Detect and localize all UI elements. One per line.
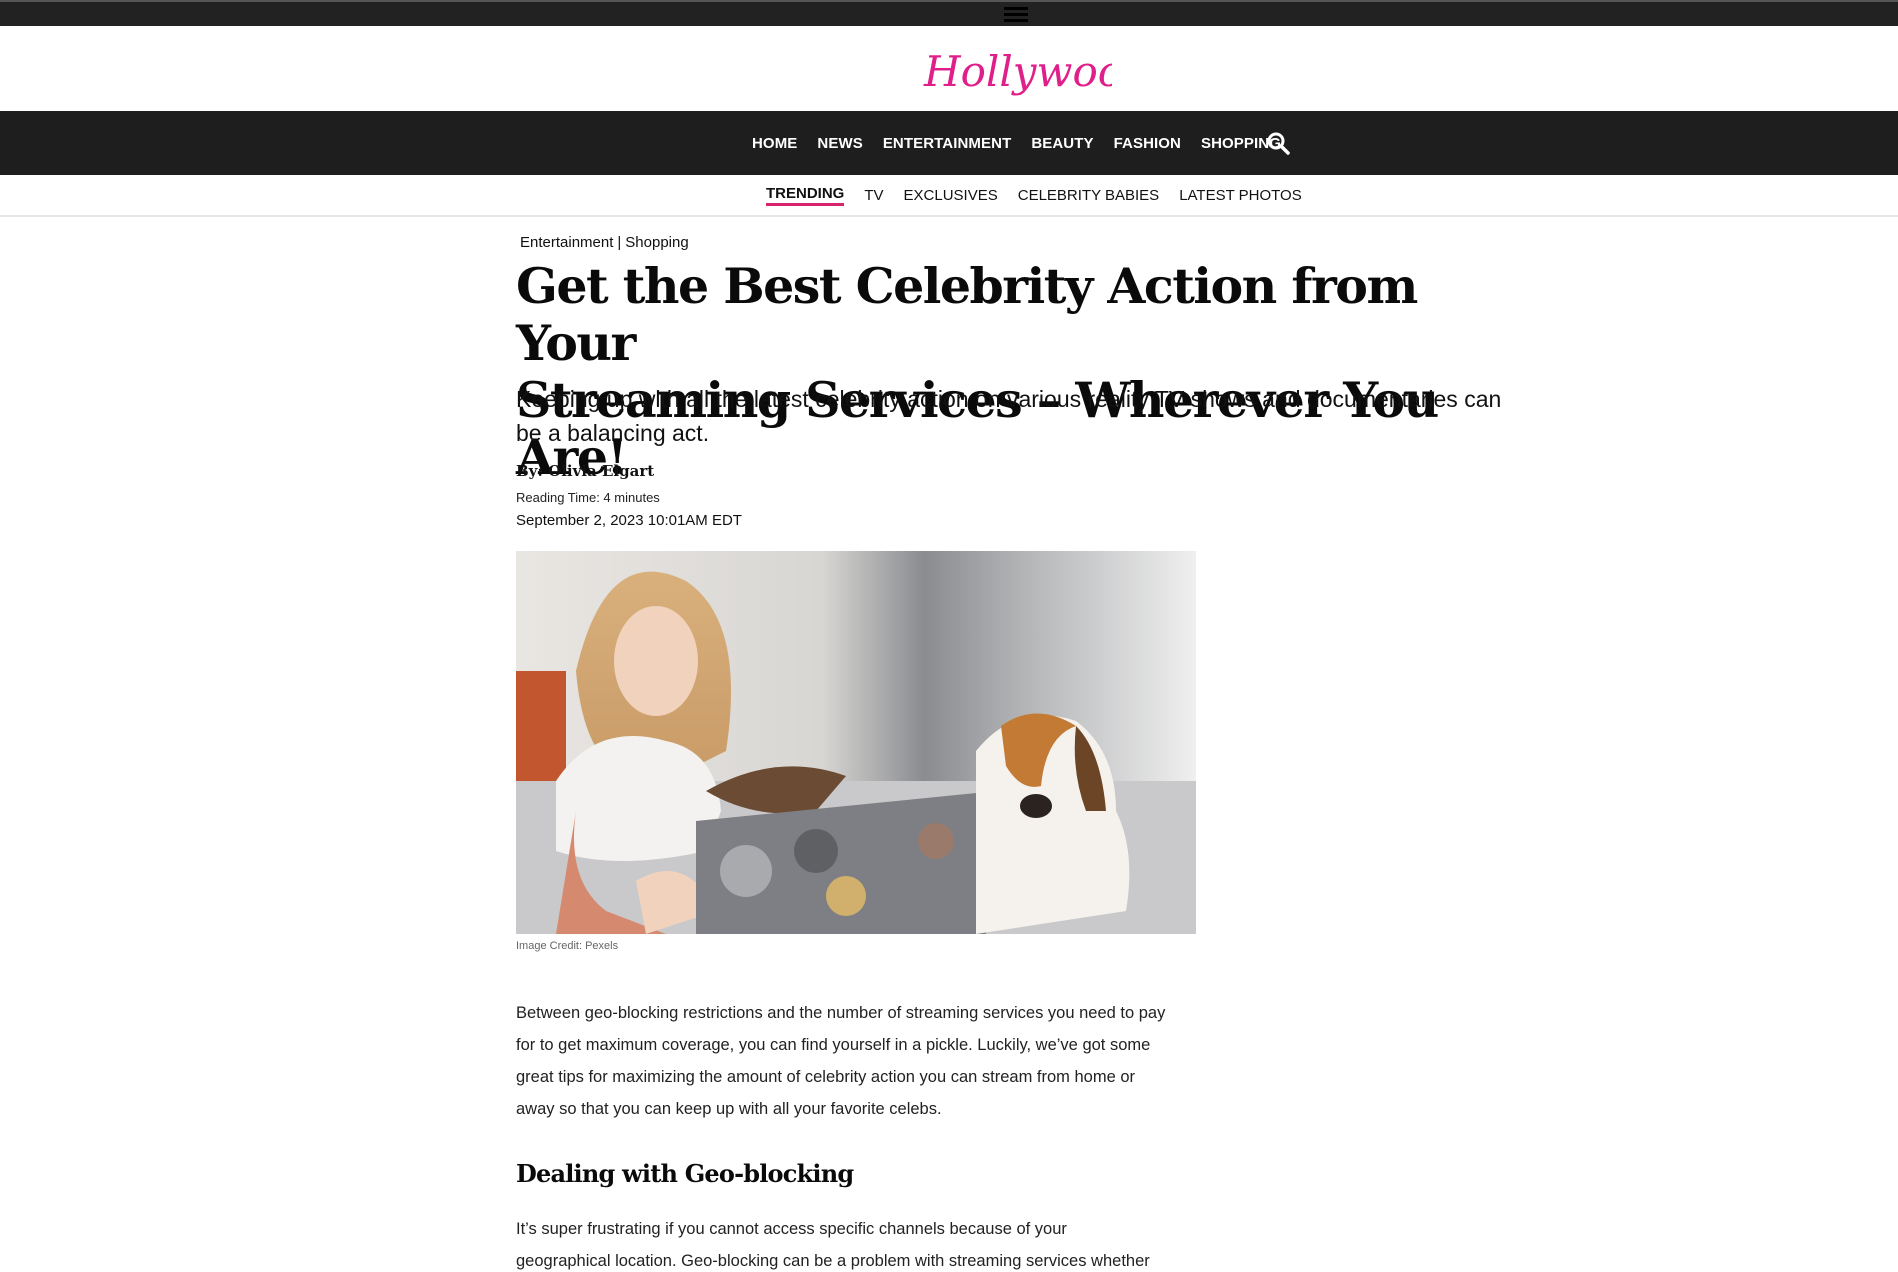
article-byline: By: Olivia Elgart [516,462,654,480]
search-icon[interactable] [1266,131,1290,155]
article-categories: Entertainment | Shopping [520,234,689,251]
hero-image [516,551,1196,934]
category-link-entertainment[interactable]: Entertainment [520,234,613,251]
logo-text: Hollywood Life [923,47,1112,96]
nav-item-entertainment[interactable]: ENTERTAINMENT [883,135,1012,152]
paragraph-2-line-2: geographical location. Geo-blocking can … [516,1252,1150,1270]
nav-item-fashion[interactable]: FASHION [1114,135,1181,152]
hamburger-menu-icon[interactable] [1004,7,1028,23]
subnav-item-celebrity-babies[interactable]: CELEBRITY BABIES [1018,187,1159,204]
logo-bar: Hollywood Life [0,26,1898,111]
top-utility-bar [0,0,1898,26]
image-credit: Image Credit: Pexels [516,940,619,952]
paragraph-1-line-1: Between geo-blocking restrictions and th… [516,1004,1166,1022]
headline-line-1: Get the Best Celebrity Action from Your [516,257,1418,372]
paragraph-1-line-2: for to get maximum coverage, you can fin… [516,1036,1151,1054]
article-dek: Keeping up with all the latest celebrity… [516,386,1502,446]
main-navigation: HOME NEWS ENTERTAINMENT BEAUTY FASHION S… [0,111,1898,175]
subnav-item-exclusives[interactable]: EXCLUSIVES [904,187,998,204]
article-headline: Get the Best Celebrity Action from Your … [516,258,1496,486]
paragraph-2-line-1: It’s super frustrating if you cannot acc… [516,1220,1067,1238]
site-logo[interactable]: Hollywood Life [920,30,1112,110]
category-separator: | [617,234,622,251]
paragraph-1-line-3: great tips for maximizing the amount of … [516,1068,1136,1086]
section-heading-geo-blocking: Dealing with Geo-blocking [516,1159,854,1188]
article-paragraph-1: Between geo-blocking restrictions and th… [516,997,1216,1125]
subnav-item-latest-photos[interactable]: LATEST PHOTOS [1179,187,1302,204]
category-link-shopping[interactable]: Shopping [625,234,688,251]
nav-item-beauty[interactable]: BEAUTY [1031,135,1093,152]
author-link[interactable]: Olivia Elgart [548,462,654,480]
byline-prefix: By: [516,462,549,480]
subnav-item-trending[interactable]: TRENDING [766,185,845,206]
subnav-item-tv[interactable]: TV [864,187,883,204]
nav-item-home[interactable]: HOME [752,135,797,152]
article-paragraph-2: It’s super frustrating if you cannot acc… [516,1213,1216,1272]
reading-time: Reading Time: 4 minutes [516,490,660,505]
publish-date: September 2, 2023 10:01AM EDT [516,512,742,529]
nav-item-news[interactable]: NEWS [817,135,862,152]
secondary-navigation: TRENDING TV EXCLUSIVES CELEBRITY BABIES … [0,175,1898,217]
paragraph-1-line-4: away so that you can keep up with all yo… [516,1100,942,1118]
